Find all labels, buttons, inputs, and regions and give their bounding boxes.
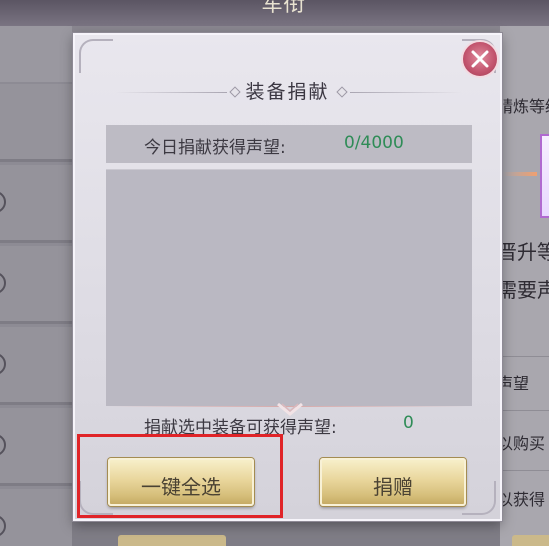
dialog-header: 装备捐献 [75, 77, 500, 107]
top-bar: 军衔 [0, 0, 549, 26]
equipment-card[interactable] [540, 134, 549, 218]
corner-ornament [79, 39, 113, 73]
list-item[interactable] [0, 165, 72, 243]
donate-label: 捐赠 [373, 475, 413, 499]
list-item[interactable] [0, 246, 72, 324]
dialog-title: 装备捐献 [245, 81, 330, 103]
radio-icon [0, 191, 6, 213]
close-button[interactable] [461, 40, 499, 78]
background-button [118, 535, 226, 546]
can-get-label: 以获得 [497, 490, 546, 509]
radio-icon [0, 434, 6, 456]
reputation-label: 声望 [497, 374, 530, 393]
page-title: 军衔 [260, 0, 305, 17]
arrow-right-icon [503, 172, 537, 176]
radio-icon [0, 272, 6, 294]
today-reputation-value: 0/4000 [344, 133, 404, 153]
promote-label: 晋升等 [497, 240, 549, 264]
selected-reputation-row: 捐献选中装备可获得声望: 0 [106, 411, 472, 438]
today-reputation-bar: 今日捐献获得声望: 0/4000 [106, 125, 472, 163]
donate-button[interactable]: 捐赠 [320, 458, 466, 506]
background-button [512, 535, 549, 546]
list-item[interactable] [0, 327, 72, 405]
left-panel-header [0, 26, 72, 82]
list-item[interactable] [0, 408, 72, 486]
require-label: 需要声 [497, 278, 549, 302]
today-reputation-label: 今日捐献获得声望: [144, 138, 286, 158]
radio-icon [0, 515, 6, 537]
corner-ornament [462, 481, 496, 515]
divider [500, 470, 549, 471]
title-ornament [336, 86, 462, 98]
radio-icon [0, 353, 6, 375]
can-buy-label: 以购买 [497, 434, 546, 453]
divider [500, 356, 549, 357]
list-item[interactable] [0, 489, 72, 546]
selected-reputation-value: 0 [403, 413, 414, 433]
close-icon [471, 50, 489, 68]
refine-level-label: 精炼等级 [497, 97, 549, 116]
list-item[interactable] [0, 84, 72, 162]
highlight-annotation [77, 434, 283, 518]
divider [500, 410, 549, 411]
equipment-list[interactable] [106, 169, 472, 406]
